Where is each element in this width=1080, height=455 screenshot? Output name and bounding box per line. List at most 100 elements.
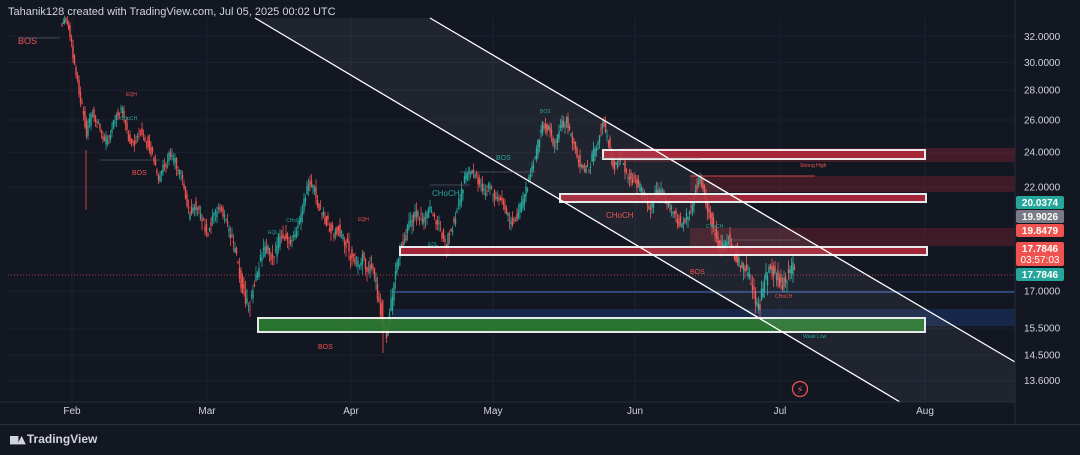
candle-body	[423, 216, 425, 223]
candle-body	[127, 133, 130, 141]
candle-body	[70, 38, 73, 42]
candle-body	[214, 210, 217, 214]
candle-body	[474, 174, 476, 178]
candle-body	[154, 159, 157, 166]
candle-body	[62, 22, 65, 24]
candle-body	[357, 260, 359, 267]
candle-body	[430, 210, 433, 213]
price-tick-label: 13.6000	[1024, 376, 1061, 387]
candle-body	[361, 254, 364, 265]
candle-body	[360, 262, 362, 267]
candle-body	[111, 128, 113, 133]
candle-body	[291, 239, 293, 241]
candle-body	[463, 176, 466, 183]
candle-body	[369, 264, 371, 274]
candle-body	[207, 233, 209, 236]
candle-body	[391, 296, 394, 311]
candle-body	[490, 187, 493, 189]
price-tick-label: 24.0000	[1024, 148, 1061, 159]
candle-body	[432, 215, 434, 217]
candle-body	[79, 91, 82, 103]
candle-body	[220, 209, 223, 211]
candle-body	[322, 211, 325, 217]
price-tick-label: 32.0000	[1024, 32, 1061, 43]
candle-body	[411, 220, 413, 227]
candle-body	[160, 170, 163, 175]
candle-body	[118, 113, 121, 115]
candle-body	[133, 141, 136, 146]
price-tag-value: 20.0374	[1022, 198, 1059, 209]
candle-body	[219, 206, 221, 211]
candle-body	[141, 128, 143, 135]
candle-body	[201, 219, 203, 222]
candle-body	[189, 213, 191, 220]
candle-body	[448, 232, 451, 236]
candle-body	[267, 245, 269, 251]
candle-body	[451, 229, 454, 233]
candle-body	[523, 194, 526, 205]
candle-body	[394, 271, 397, 280]
candle-body	[138, 133, 140, 135]
smc-label-choch: CHoCH	[775, 294, 793, 300]
candle-body	[244, 290, 247, 304]
candle-body	[163, 164, 166, 167]
candle-body	[337, 226, 340, 231]
candle-body	[420, 214, 422, 216]
candle-body	[117, 111, 119, 117]
candle-body	[294, 234, 296, 238]
candle-body	[231, 235, 233, 238]
smc-label-bos: BOS	[18, 36, 37, 46]
candle-body	[237, 262, 239, 264]
candle-body	[493, 190, 496, 200]
candle-body	[72, 45, 74, 59]
candle-body	[193, 207, 196, 210]
smc-label-eql: EQL	[268, 230, 278, 236]
candle-body	[507, 212, 509, 217]
candle-body	[283, 237, 286, 239]
candle-body	[261, 258, 263, 262]
candle-body	[97, 122, 100, 124]
candle-body	[414, 211, 416, 218]
candle-body	[309, 180, 311, 185]
price-tick-label: 26.0000	[1024, 115, 1061, 126]
candle-body	[126, 122, 128, 130]
candle-body	[478, 178, 481, 185]
candle-body	[318, 203, 320, 211]
price-tag-value: 19.9026	[1022, 212, 1059, 223]
candle-body	[247, 305, 250, 308]
lightning-icon: ⚡	[796, 385, 803, 396]
tradingview-brand[interactable]: ■▲ TradingView	[9, 432, 97, 446]
candle-body	[171, 155, 173, 158]
candle-body	[94, 115, 97, 122]
candle-body	[106, 139, 109, 144]
candle-body	[310, 180, 313, 187]
candle-body	[259, 254, 262, 262]
candle-body	[216, 212, 218, 218]
candle-body	[67, 24, 70, 29]
candle-body	[435, 220, 437, 224]
candle-body	[87, 125, 89, 136]
candle-body	[295, 230, 298, 238]
candle-body	[130, 138, 133, 143]
time-tick-label: Feb	[63, 406, 81, 417]
candle-body	[169, 152, 172, 157]
candle-body	[187, 206, 190, 209]
candle-body	[202, 218, 205, 221]
candle-body	[517, 210, 520, 219]
price-chart[interactable]: BOS BOS BOS BOS BOS BOS CHoCH CHoCH CHoCH CHoCH CH…	[0, 0, 1080, 424]
candle-body	[373, 268, 376, 278]
candle-body	[241, 276, 244, 294]
candle-body	[418, 217, 421, 219]
price-tick-label: 22.0000	[1024, 183, 1061, 194]
candle-body	[312, 184, 314, 188]
candle-body	[366, 267, 368, 272]
candle-body	[228, 228, 230, 232]
candle-body	[378, 298, 380, 302]
candle-body	[484, 192, 487, 196]
smc-label-eql: EQL	[768, 269, 778, 275]
candle-body	[289, 239, 292, 245]
candle-body	[153, 157, 155, 162]
candle-body	[427, 208, 430, 218]
candle-body	[88, 117, 91, 124]
candle-body	[510, 221, 512, 224]
